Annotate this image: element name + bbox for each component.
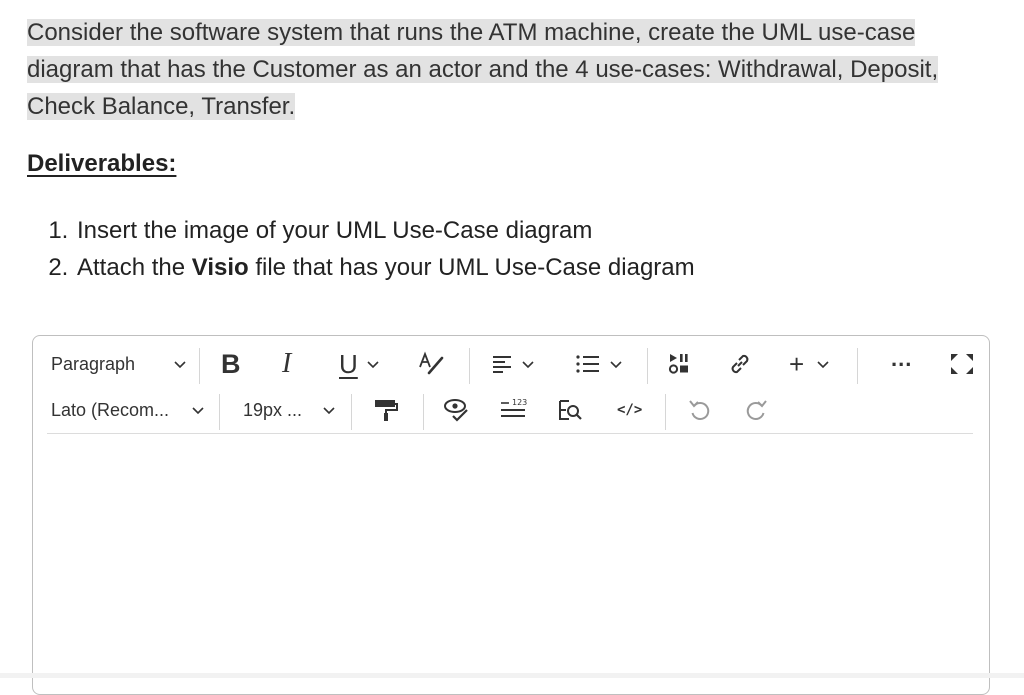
chevron-down-icon: [192, 407, 204, 415]
svg-text:123: 123: [512, 398, 527, 407]
spellcheck-button[interactable]: [443, 390, 471, 430]
toolbar-divider: [423, 394, 424, 430]
insert-media-button[interactable]: [667, 344, 693, 384]
font-family-select[interactable]: Lato (Recom...: [51, 390, 205, 430]
paint-roller-icon: [375, 400, 398, 421]
word-count-button[interactable]: 123: [499, 390, 527, 430]
list-button[interactable]: [575, 344, 623, 384]
word-count-icon: 123: [501, 398, 527, 417]
bold-button[interactable]: B: [221, 344, 241, 384]
paragraph-format-label: Paragraph: [51, 353, 136, 374]
underline-icon: U: [339, 348, 358, 379]
font-size-label: 19px ...: [243, 399, 303, 420]
editor-content-area[interactable]: [47, 436, 973, 694]
undo-icon: [689, 400, 710, 420]
source-code-button[interactable]: </>: [617, 390, 642, 430]
media-icon: [668, 354, 688, 374]
toolbar-row-2: Lato (Recom... 19px ... 123 </>: [33, 390, 989, 430]
underline-button[interactable]: U: [339, 344, 380, 384]
font-family-label: Lato (Recom...: [51, 399, 170, 420]
undo-button[interactable]: [687, 390, 713, 430]
bulleted-list-icon: [576, 355, 599, 373]
assignment-prompt: Consider the software system that runs t…: [27, 14, 1002, 125]
chevron-down-icon: [817, 361, 829, 369]
list-item: Insert the image of your UML Use-Case di…: [75, 212, 695, 249]
text-color-button[interactable]: [417, 344, 445, 384]
chevron-down-icon: [367, 361, 379, 369]
list-item: Attach the Visio file that has your UML …: [75, 249, 695, 286]
toolbar-row-1: Paragraph B I U + ...: [33, 344, 989, 384]
toolbar-divider: [469, 348, 470, 384]
toolbar-bottom-divider: [47, 433, 973, 434]
font-size-select[interactable]: 19px ...: [243, 390, 336, 430]
fullscreen-button[interactable]: [949, 344, 975, 384]
accessibility-check-icon: [444, 399, 468, 422]
deliverables-heading: Deliverables:: [27, 150, 177, 177]
more-actions-button[interactable]: ...: [891, 339, 912, 379]
insert-link-button[interactable]: [727, 344, 753, 384]
toolbar-divider: [199, 348, 200, 384]
prompt-text: Consider the software system that runs t…: [27, 19, 939, 120]
paragraph-format-select[interactable]: Paragraph: [51, 344, 187, 384]
chevron-down-icon: [610, 361, 622, 369]
link-icon: [731, 354, 749, 374]
fullscreen-icon: [951, 354, 973, 374]
deliverables-list: Insert the image of your UML Use-Case di…: [48, 212, 695, 286]
insert-stuff-button[interactable]: +: [789, 344, 830, 384]
find-replace-icon: [559, 400, 582, 420]
toolbar-divider: [647, 348, 648, 384]
plus-icon: +: [789, 348, 805, 379]
page-bottom-edge: [0, 673, 1024, 678]
align-button[interactable]: [491, 344, 535, 384]
rich-text-editor: Paragraph B I U + ... Lato (Recom... 19p…: [32, 335, 990, 695]
chevron-down-icon: [522, 361, 534, 369]
find-replace-button[interactable]: [557, 390, 583, 430]
toolbar-divider: [219, 394, 220, 430]
toolbar-divider: [857, 348, 858, 384]
toolbar-divider: [351, 394, 352, 430]
italic-button[interactable]: I: [282, 344, 291, 384]
text-color-icon: [419, 351, 444, 375]
align-left-icon: [493, 356, 511, 373]
redo-button[interactable]: [743, 390, 769, 430]
redo-icon: [746, 400, 767, 420]
chevron-down-icon: [323, 407, 335, 415]
format-painter-button[interactable]: [373, 390, 399, 430]
chevron-down-icon: [174, 361, 186, 369]
toolbar-divider: [665, 394, 666, 430]
